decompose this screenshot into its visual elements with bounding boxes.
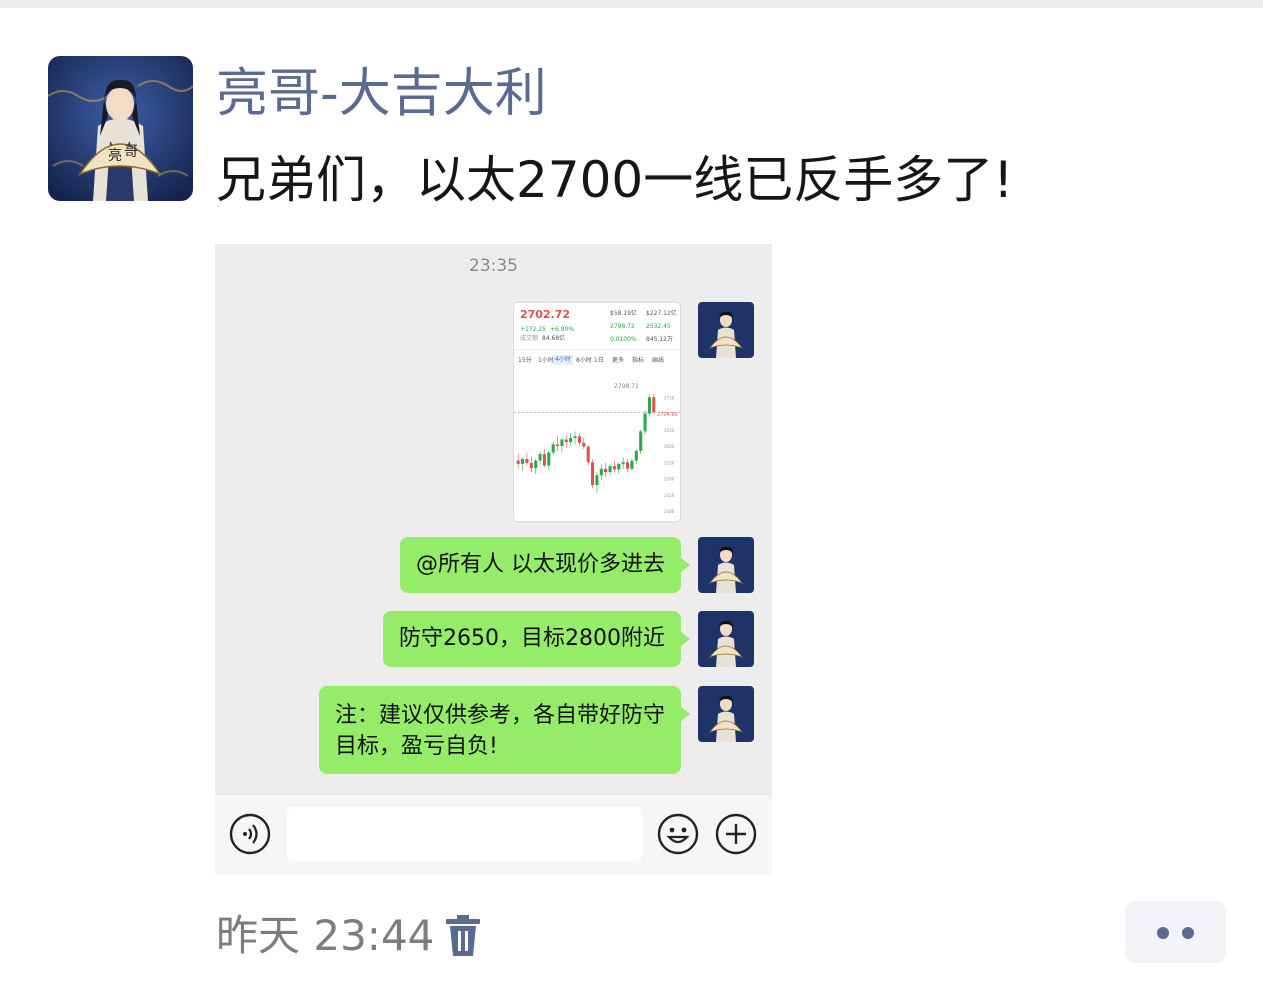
candle-body [639,431,643,451]
y-tick-label: 2750 [664,395,675,400]
tab-draw[interactable]: 画线 [652,357,664,365]
chat-input-bar [215,794,772,875]
chat-screenshot[interactable]: 23:35 2702.72 +172.25 +6.80% 成交额 84.68亿 … [215,244,772,874]
svg-text:哥: 哥 [124,144,138,160]
more-dots-icon[interactable] [1125,901,1226,963]
tab-15m[interactable]: 15分 [518,357,532,365]
candle-body [634,450,638,461]
tab-8h[interactable]: 8小时 [576,357,592,365]
candle-body [569,437,573,443]
post-time: 昨天 23:44 [216,911,435,960]
candle-body [630,460,634,469]
tab-indicators[interactable]: 指标 [632,357,644,365]
stat-value: 0.0100% [610,336,637,343]
candle-body [542,454,546,466]
stat-value: $227.12亿 [646,310,677,317]
candle-body [521,459,525,464]
candle-body [621,462,625,464]
message-input[interactable] [287,807,642,861]
sender-avatar[interactable] [698,537,754,593]
dot [1182,927,1194,939]
candle-body [525,459,529,463]
candle-body [538,454,542,461]
candlestick-chart: 2750 2650 2600 2550 2500 2450 2400 [514,394,680,514]
candle-body [551,444,555,453]
candle-body [604,468,608,472]
candle-body [643,413,647,432]
stat-value: $58.19亿 [610,310,637,317]
sender-avatar[interactable] [698,611,754,667]
candle-body [534,460,538,469]
tab-1h[interactable]: 1小时 [538,357,554,365]
top-divider [0,0,1263,8]
dot [1157,927,1169,939]
sender-avatar[interactable] [698,302,754,358]
tab-1d[interactable]: 1日 [594,357,604,365]
candle-body [608,466,612,472]
candle-body [617,463,621,470]
candle-body [647,397,651,414]
chart-image-message[interactable]: 2702.72 +172.25 +6.80% 成交额 84.68亿 $58.19… [513,302,681,522]
y-tick-label: 2400 [664,509,675,514]
trash-icon[interactable] [444,914,482,958]
candle-body [652,397,656,413]
avatar-illustration: 亮 哥 [48,56,193,201]
candle-body [586,446,590,463]
message-text-line: 目标，盈亏自负! [334,734,498,759]
header-divider [514,349,680,350]
price-value: 2702.72 [520,308,571,321]
author-avatar[interactable]: 亮 哥 [48,56,193,201]
candle-body [626,462,630,469]
message-bubble[interactable]: 注：建议仅供参考，各自带好防守 目标，盈亏自负! [318,686,691,774]
stat-value: 2798.72 [610,323,635,330]
post-text: 兄弟们，以太2700一线已反手多了! [216,151,1014,209]
plus-icon[interactable] [715,813,757,855]
price-change-pct: +6.80% [550,326,575,333]
candle-body [560,439,564,446]
message-bubble[interactable]: @所有人 以太现价多进去 [400,537,690,593]
candle-body [582,442,586,447]
message-text-line: 注：建议仅供参考，各自带好防守 [334,703,665,728]
candle-body [577,436,581,443]
y-tick-label: 2550 [664,460,675,465]
candle-body [591,462,595,485]
y-tick-label: 2500 [664,477,675,482]
y-tick-label: 2450 [664,493,675,498]
tab-more[interactable]: 更多 [612,357,624,365]
svg-text:亮: 亮 [108,147,122,164]
volume-value: 84.68亿 [542,335,566,342]
stat-value: 2532.45 [646,323,671,330]
author-name[interactable]: 亮哥-大吉大利 [216,58,547,130]
candle-body [564,439,568,443]
candle-body [595,475,599,485]
sender-avatar[interactable] [698,686,754,742]
message-text: @所有人 以太现价多进去 [416,552,665,577]
candle-body [556,444,560,446]
emoji-icon[interactable] [657,813,699,855]
message-bubble[interactable]: 防守2650，目标2800附近 [383,611,690,667]
message-text: 防守2650，目标2800附近 [399,626,665,651]
stat-value: 845.12万 [646,336,673,343]
tab-4h-active[interactable]: 4小时 [553,355,573,365]
y-tick-label: 2650 [664,428,675,433]
chat-timestamp: 23:35 [469,256,518,276]
candle-body [516,460,520,464]
candle-body [547,452,551,466]
price-change: +172.25 [520,326,547,333]
volume-label: 成交额 [520,335,539,342]
voice-icon[interactable] [229,813,271,855]
y-tick-label: 2600 [664,444,675,449]
candle-body [573,436,577,438]
candle-body [529,462,533,469]
candle-body [599,468,603,476]
candle-body [612,466,616,470]
